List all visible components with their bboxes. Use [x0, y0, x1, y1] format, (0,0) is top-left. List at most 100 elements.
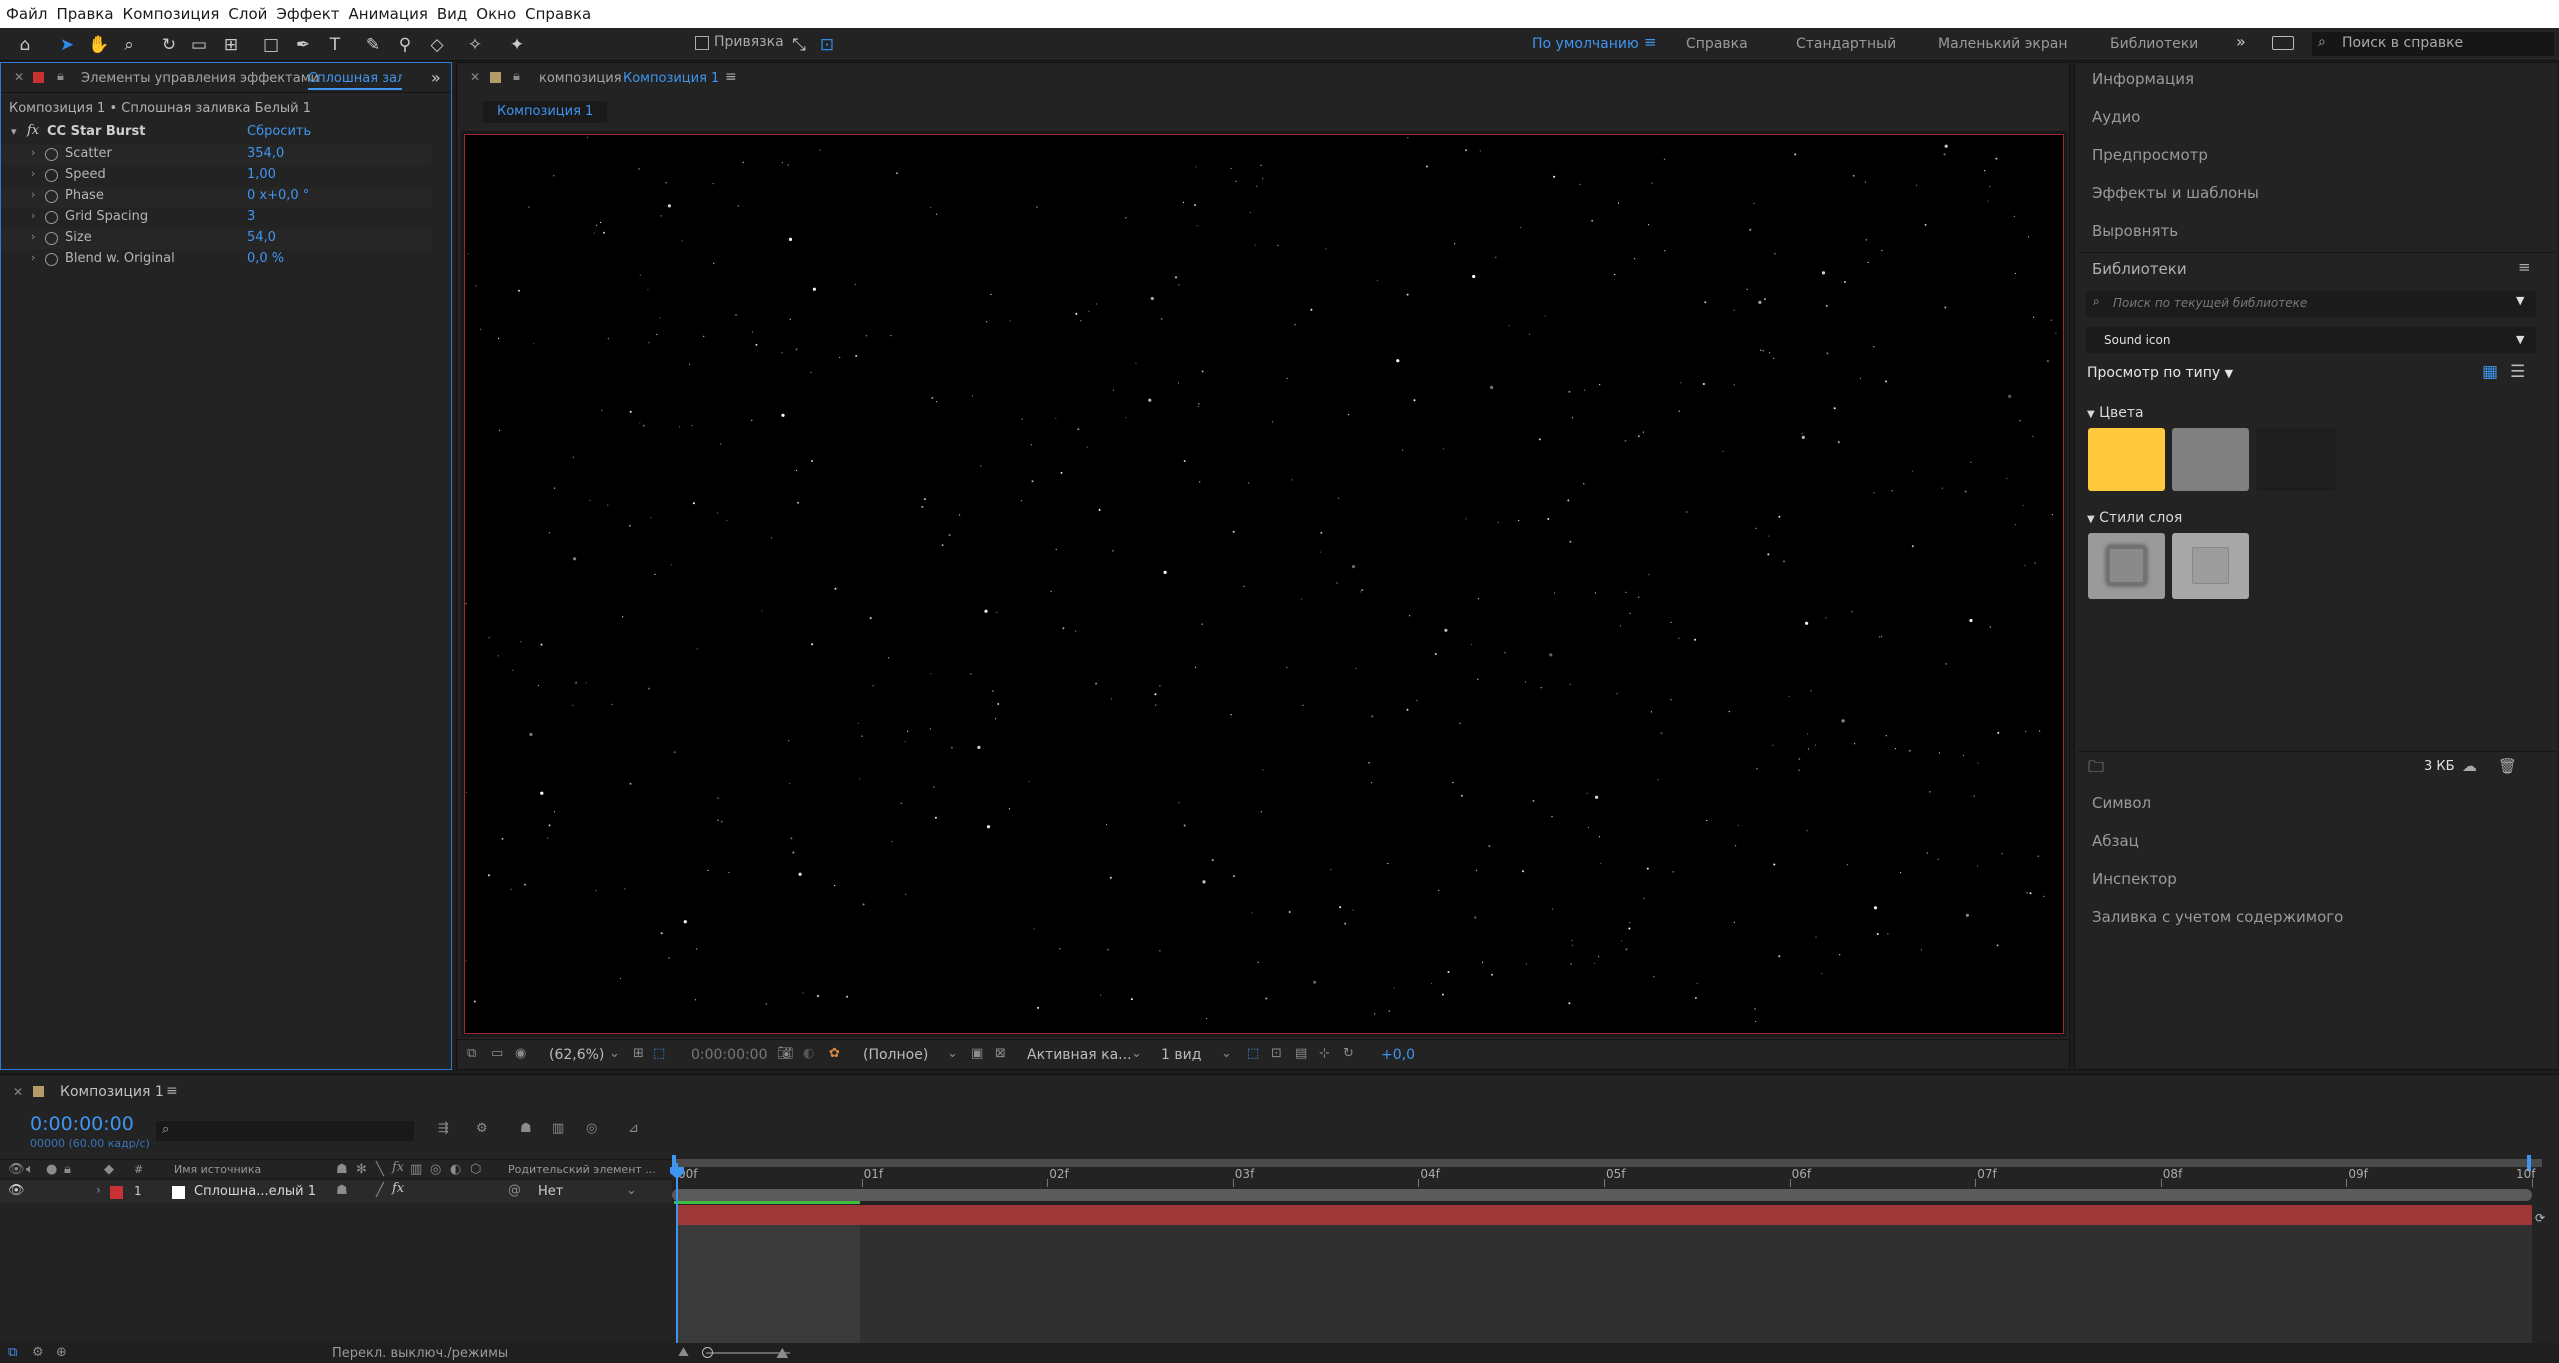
comp-subtab[interactable]: Композиция 1	[483, 101, 607, 123]
expand-chevron-icon[interactable]: ›	[96, 1183, 101, 1197]
camera-tool-icon[interactable]: ▭	[186, 32, 212, 58]
solo-icon[interactable]: ●	[46, 1162, 57, 1177]
libraries-title[interactable]: Библиотеки	[2092, 260, 2187, 278]
in-out-icon[interactable]: ⊕	[56, 1345, 67, 1360]
panel-menu-icon[interactable]: ≡	[166, 1083, 178, 1099]
colors-section-header[interactable]: ▼ Цвета	[2087, 405, 2144, 421]
more-workspaces-icon[interactable]: »	[2236, 32, 2246, 51]
panel-menu-icon[interactable]: ≡	[725, 69, 737, 85]
playhead-line[interactable]	[676, 1163, 678, 1363]
flowchart-icon[interactable]: ⊹	[1319, 1046, 1330, 1061]
motion-blur-icon[interactable]: ◎	[586, 1121, 597, 1136]
puppet-tool-icon[interactable]: ✦	[504, 32, 530, 58]
property-row-scatter[interactable]: › Scatter 354,0	[1, 145, 431, 166]
property-row-size[interactable]: › Size 54,0	[1, 229, 431, 250]
layer-style-1[interactable]	[2088, 533, 2165, 599]
zoom-in-icon[interactable]: ⛰	[776, 1344, 789, 1362]
stopwatch-icon[interactable]	[45, 253, 58, 266]
menu-edit[interactable]: Правка	[56, 5, 122, 23]
fast-preview-icon[interactable]: ▣	[971, 1046, 983, 1061]
color-swatch-yellow[interactable]	[2088, 428, 2165, 491]
workspace-help[interactable]: Справка	[1686, 36, 1748, 52]
exposure-value[interactable]: +0,0	[1381, 1047, 1415, 1063]
time-navigator[interactable]	[672, 1189, 2532, 1201]
grid-view-icon[interactable]: ▦	[2482, 362, 2498, 382]
frame-blending-icon[interactable]: ▥	[552, 1121, 564, 1136]
brush-tool-icon[interactable]: ✎	[360, 32, 386, 58]
chevron-down-icon[interactable]: ▼	[2516, 294, 2524, 307]
collapse-chevron-icon[interactable]: ▾	[11, 125, 17, 138]
resolution-dropdown[interactable]: (Полное)	[863, 1047, 928, 1063]
chevron-down-icon[interactable]: ▼	[2516, 333, 2524, 346]
property-row-grid-spacing[interactable]: › Grid Spacing 3	[1, 208, 431, 229]
menu-window[interactable]: Окно	[476, 5, 525, 23]
snap-checkbox[interactable]	[695, 36, 709, 50]
panel-effects-presets[interactable]: Эффекты и шаблоны	[2092, 184, 2259, 202]
panel-audio[interactable]: Аудио	[2092, 108, 2140, 126]
color-swatch-dark[interactable]	[2256, 428, 2336, 491]
workspace-standard[interactable]: Стандартный	[1796, 36, 1896, 52]
panel-info[interactable]: Информация	[2092, 70, 2194, 88]
time-graph[interactable]: 00f 01f 02f 03f 04f 05f 06f 07f 08f 09f 10f ⟳	[670, 1155, 2559, 1363]
effect-controls-tab[interactable]: Элементы управления эффектами	[81, 71, 319, 86]
type-tool-icon[interactable]: T	[322, 32, 348, 58]
quality-switch-icon[interactable]: ╱	[376, 1183, 384, 1198]
selection-tool-icon[interactable]: ➤	[54, 32, 80, 58]
panel-character[interactable]: Символ	[2092, 794, 2151, 812]
chevron-down-icon[interactable]: ⌄	[1131, 1046, 1142, 1061]
close-tab-icon[interactable]: ✕	[13, 1085, 23, 1099]
library-search-input[interactable]: ⌕ Поиск по текущей библиотеке ▼	[2086, 291, 2536, 317]
fx-switch-icon[interactable]: fx	[392, 1181, 404, 1196]
channel-icon[interactable]: ✿	[829, 1046, 840, 1061]
layer-name[interactable]: Сплошна...елый 1	[194, 1184, 316, 1199]
expand-chevron-icon[interactable]: ›	[31, 167, 35, 180]
pen-tool-icon[interactable]: ✒	[290, 32, 316, 58]
roto-brush-tool-icon[interactable]: ✧	[462, 32, 488, 58]
graph-editor-icon[interactable]: ⊿	[628, 1121, 639, 1136]
timeline-timecode[interactable]: 0:00:00:00	[30, 1113, 134, 1135]
cloud-sync-icon[interactable]: ☁	[2462, 757, 2477, 775]
color-swatch-gray[interactable]	[2172, 428, 2249, 491]
chevron-down-icon[interactable]: ⌄	[626, 1183, 637, 1198]
show-snapshot-icon[interactable]: ◐	[803, 1046, 814, 1061]
menu-view[interactable]: Вид	[437, 5, 476, 23]
eye-icon[interactable]: 👁︎	[8, 1162, 25, 1177]
panel-preview[interactable]: Предпросмотр	[2092, 146, 2208, 164]
monitor-icon[interactable]: ▭	[491, 1046, 503, 1061]
menu-layer[interactable]: Слой	[228, 5, 276, 23]
hand-tool-icon[interactable]: ✋	[86, 32, 112, 58]
list-view-icon[interactable]: ☰	[2510, 362, 2525, 382]
layer-duration-bar[interactable]	[676, 1205, 2532, 1225]
chevron-down-icon[interactable]: ⌄	[609, 1046, 620, 1061]
mask-toggle-icon[interactable]: ◉	[515, 1046, 526, 1061]
trash-icon[interactable]: 🗑︎	[2498, 757, 2517, 775]
clone-stamp-tool-icon[interactable]: ⚲	[392, 32, 418, 58]
draft-3d-icon[interactable]: ⇶	[438, 1121, 449, 1136]
panel-content-aware-fill[interactable]: Заливка с учетом содержимого	[2092, 908, 2343, 926]
effect-header-row[interactable]: ▾ fx CC Star Burst Сбросить	[1, 123, 441, 143]
layer-row[interactable]: 👁︎ › 1 Сплошна...елый 1 ☗ ╱ fx @ Нет ⌄	[0, 1181, 672, 1203]
eraser-tool-icon[interactable]: ◇	[424, 32, 450, 58]
chevron-down-icon[interactable]: ⌄	[1221, 1046, 1232, 1061]
expand-chevron-icon[interactable]: ›	[31, 146, 35, 159]
stopwatch-icon[interactable]	[45, 232, 58, 245]
fast-draft-icon[interactable]: ⊡	[1271, 1046, 1282, 1061]
audio-icon[interactable]: 🔈︎	[26, 1162, 34, 1177]
close-tab-icon[interactable]: ✕	[14, 70, 24, 84]
comp-flowchart-icon[interactable]: ⚙	[476, 1121, 488, 1136]
menu-file[interactable]: Файл	[6, 5, 56, 23]
layer-search-input[interactable]: ⌕	[156, 1121, 414, 1141]
view-by-type-dropdown[interactable]: Просмотр по типу ▼	[2087, 365, 2233, 381]
stopwatch-icon[interactable]	[45, 169, 58, 182]
panel-menu-icon[interactable]: ≡	[2518, 258, 2531, 276]
panel-overflow-icon[interactable]: »	[431, 68, 441, 87]
menu-effect[interactable]: Эффект	[276, 5, 348, 23]
lock-icon[interactable]: 🔒︎	[64, 1162, 71, 1177]
region-of-interest-icon[interactable]: ⧉	[467, 1046, 476, 1061]
col-source-name[interactable]: Имя источника	[174, 1163, 261, 1176]
folder-icon[interactable]: 🗀	[2088, 756, 2104, 783]
zoom-slider-thumb[interactable]	[702, 1347, 713, 1358]
layer-switches-icon[interactable]: ⧉	[8, 1345, 17, 1360]
expand-chevron-icon[interactable]: ›	[31, 188, 35, 201]
chevron-down-icon[interactable]: ⌄	[947, 1046, 958, 1061]
